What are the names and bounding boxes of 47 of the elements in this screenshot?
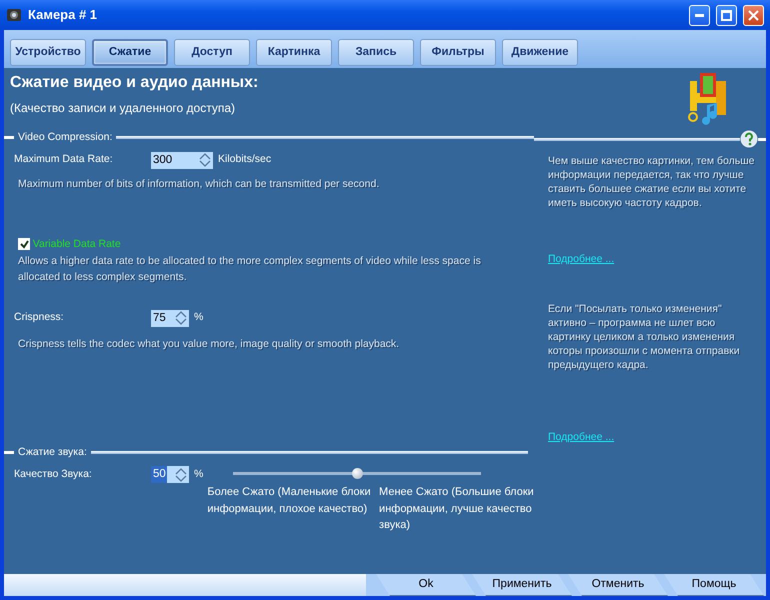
dialog-button[interactable]: Применить bbox=[472, 574, 572, 596]
camera-icon bbox=[6, 7, 22, 23]
description: Maximum number of bits of information, which can be transmitted per second. bbox=[18, 176, 380, 192]
section-title: Video Compression: bbox=[18, 130, 112, 145]
spin-arrows-icon[interactable] bbox=[199, 152, 213, 169]
page-title: Сжатие видео и аудио данных: bbox=[10, 73, 258, 93]
description: Allows a higher data rate to be allocated to the more complex segments of video while less space is allocated to less complex segments. bbox=[18, 254, 482, 285]
field-label: Качество Звука: bbox=[14, 466, 93, 482]
slider-thumb[interactable] bbox=[352, 468, 364, 480]
checkbox[interactable] bbox=[18, 238, 30, 250]
window-title: Камера # 1 bbox=[28, 6, 98, 24]
tab[interactable]: Доступ bbox=[174, 39, 250, 66]
unit-label: % bbox=[194, 310, 204, 326]
description: Crispness tells the codec what you value more, image quality or smooth playback. bbox=[18, 336, 400, 352]
spin-field[interactable]: 300 bbox=[151, 152, 199, 169]
field-label: Maximum Data Rate: bbox=[14, 152, 114, 168]
help-text: Чем выше качество картинки, тем больше информации передается, так что лучше ставить большее сжатие если вы хотите иметь высокую частоту кадров. bbox=[548, 154, 756, 210]
field-label: Crispness: bbox=[14, 310, 65, 326]
unit-label: % bbox=[194, 466, 204, 482]
maximize-icon bbox=[721, 10, 732, 20]
tab[interactable]: Запись bbox=[338, 39, 414, 66]
scale-label: Более Сжато (Маленькие блоки информации, плохое качество) bbox=[207, 485, 372, 517]
spin-field[interactable]: 75 bbox=[151, 310, 175, 327]
minimize-icon bbox=[695, 14, 704, 16]
tab[interactable]: Движение bbox=[502, 39, 578, 66]
tab[interactable]: Фильтры bbox=[420, 39, 496, 66]
close-button[interactable] bbox=[743, 4, 764, 26]
unit-label: Kilobits/sec bbox=[218, 152, 272, 168]
more-link[interactable]: Подробнее ... bbox=[548, 430, 614, 446]
section-title: Сжатие звука: bbox=[18, 444, 87, 460]
scale-label: Менее Сжато (Большие блоки информации, лучше качество звука) bbox=[379, 485, 535, 534]
spin-arrows-icon[interactable] bbox=[175, 466, 189, 484]
close-icon bbox=[748, 10, 759, 20]
spin-field[interactable]: 50 bbox=[151, 466, 175, 484]
dialog-button[interactable]: Помощь bbox=[664, 574, 764, 596]
more-link[interactable]: Подробнее ... bbox=[548, 252, 614, 268]
help-icon[interactable] bbox=[740, 130, 758, 148]
dialog-button[interactable]: Отменить bbox=[568, 574, 668, 596]
help-text: Если "Посылать только изменения" активно – программа не шлет всю картинку целиком а только изменения которы произошли с момента отправки предыдущего кадра. bbox=[548, 302, 741, 372]
tab[interactable]: Сжатие bbox=[92, 39, 168, 66]
tab[interactable]: Устройство bbox=[10, 39, 86, 66]
maximize-button[interactable] bbox=[716, 4, 737, 26]
spin-arrows-icon[interactable] bbox=[175, 310, 189, 327]
page-subtitle: (Качество записи и удаленного доступа) bbox=[10, 100, 236, 117]
dialog-button[interactable]: Ok bbox=[376, 574, 476, 596]
tab[interactable]: Картинка bbox=[256, 39, 332, 66]
minimize-button[interactable] bbox=[689, 4, 710, 26]
